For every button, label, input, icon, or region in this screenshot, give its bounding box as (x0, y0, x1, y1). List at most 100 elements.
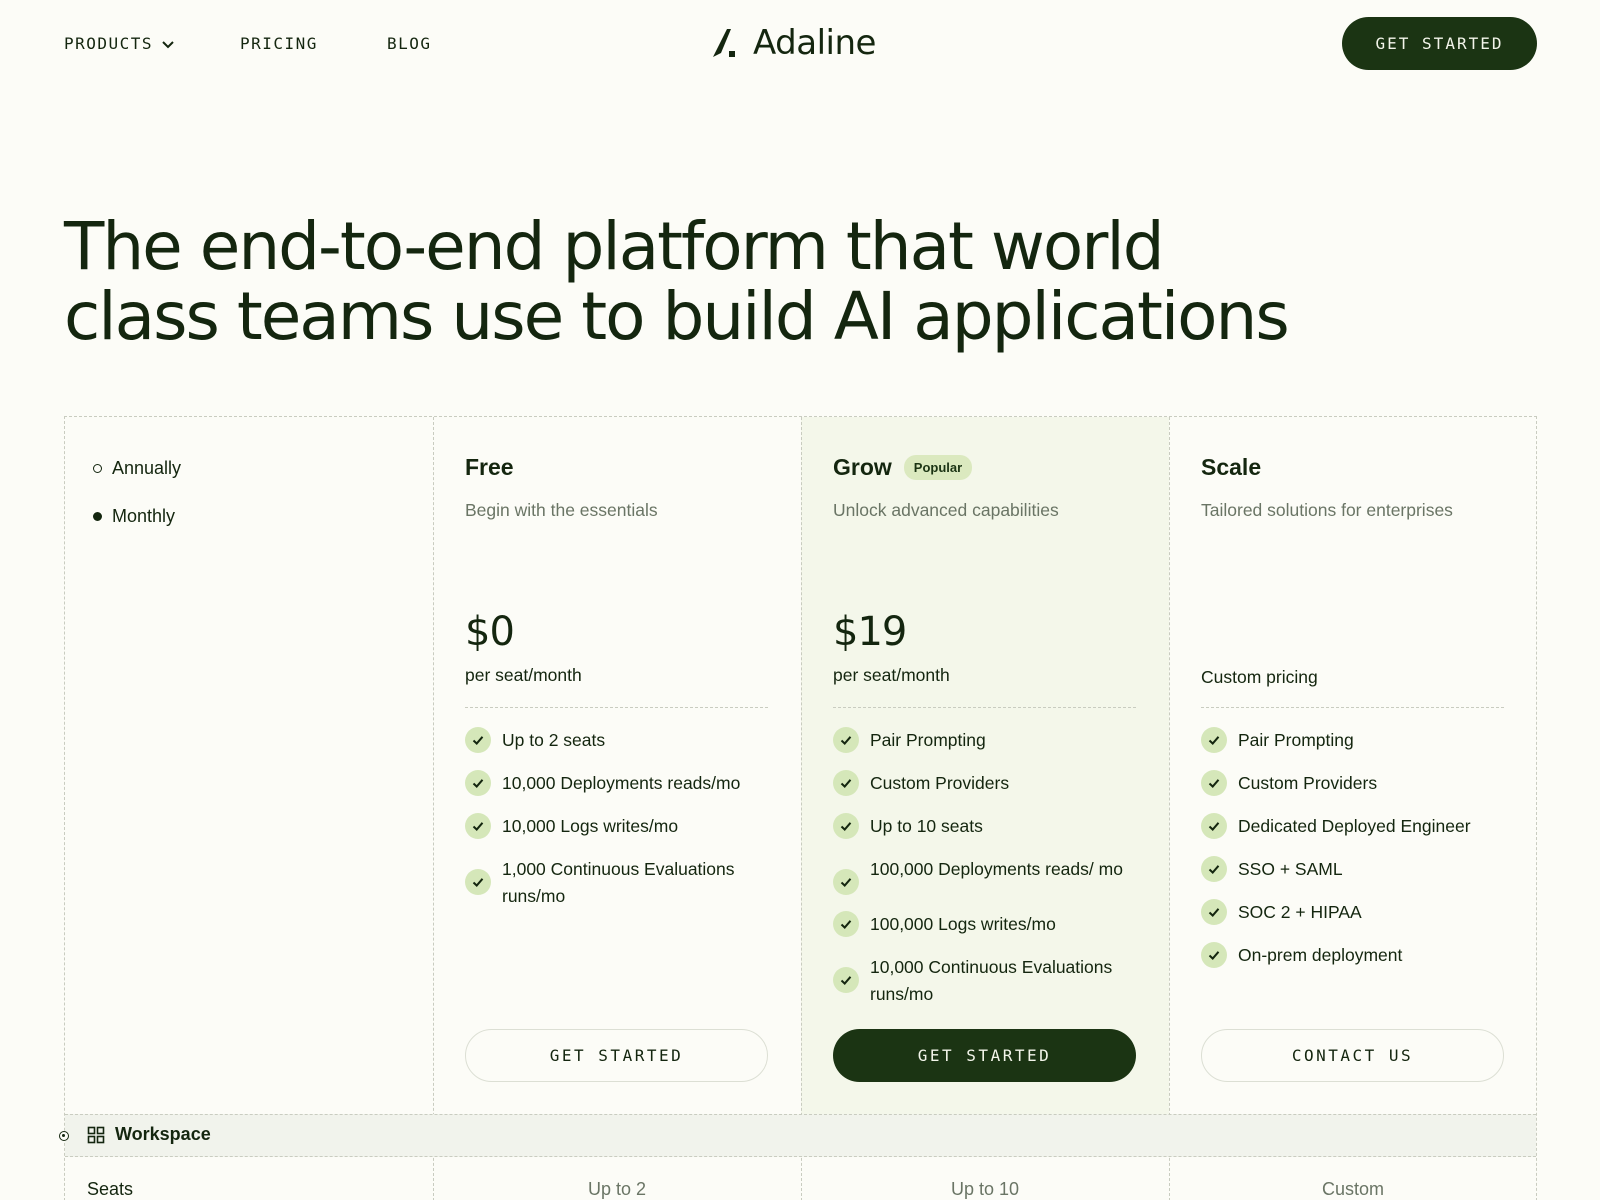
feature-text: 100,000 Logs writes/mo (870, 914, 1056, 934)
check-icon (833, 869, 859, 895)
hero-line-2: class teams use to build AI applications (64, 278, 1290, 355)
feature-item: Up to 2 seats (465, 727, 775, 754)
plan-price: $19 (833, 609, 907, 655)
feature-text: Pair Prompting (870, 730, 986, 750)
plan-divider (1201, 707, 1504, 708)
check-icon (833, 770, 859, 796)
grow-get-started-button[interactable]: GET STARTED (833, 1029, 1136, 1082)
feature-item: Pair Prompting (833, 727, 1143, 754)
feature-item: 10,000 Deployments reads/mo (465, 770, 775, 797)
plan-price-unit: per seat/month (833, 665, 950, 685)
feature-item: Custom Providers (1201, 770, 1511, 797)
contact-us-button[interactable]: CONTACT US (1201, 1029, 1504, 1082)
get-started-button[interactable]: GET STARTED (1342, 17, 1537, 70)
billing-toggle: Annually Monthly (93, 457, 181, 553)
billing-annually[interactable]: Annually (93, 457, 181, 479)
radio-annually[interactable] (93, 463, 102, 473)
nav-pricing[interactable]: PRICING (240, 34, 318, 53)
plan-name: Scale (1201, 454, 1262, 480)
section-marker-icon (59, 1131, 69, 1141)
plan-custom-price: Custom pricing (1201, 667, 1318, 687)
feature-list: Up to 2 seats 10,000 Deployments reads/m… (465, 727, 775, 926)
feature-item: 10,000 Continuous Evaluations runs/mo (833, 954, 1143, 1008)
plan-divider (465, 707, 768, 708)
plan-description: Tailored solutions for enterprises (1201, 500, 1453, 520)
plan-name: Grow (833, 454, 892, 480)
check-icon (465, 727, 491, 753)
billing-monthly[interactable]: Monthly (93, 505, 181, 527)
feature-item: 1,000 Continuous Evaluations runs/mo (465, 856, 775, 910)
plan-price-unit: per seat/month (465, 665, 582, 685)
check-icon (465, 869, 491, 895)
popular-badge: Popular (903, 455, 973, 480)
check-icon (833, 813, 859, 839)
feature-text: Dedicated Deployed Engineer (1238, 816, 1471, 836)
check-icon (1201, 813, 1227, 839)
plan-name-row: Grow Popular (833, 454, 973, 481)
check-icon (1201, 942, 1227, 968)
feature-text: Up to 2 seats (502, 730, 606, 750)
feature-item: On-prem deployment (1201, 942, 1511, 969)
feature-item: 10,000 Logs writes/mo (465, 813, 775, 840)
feature-item: SOC 2 + HIPAA (1201, 899, 1511, 926)
brand-name: Adaline (753, 23, 876, 63)
workspace-label: Workspace (87, 1124, 211, 1145)
grow-seats-value: Up to 10 (950, 1179, 1020, 1199)
check-icon (833, 967, 859, 993)
plan-grow: Grow Popular Unlock advanced capabilitie… (801, 417, 1169, 1115)
workspace-title: Workspace (115, 1124, 211, 1144)
free-seats-value: Up to 2 (587, 1179, 647, 1199)
check-icon (1201, 856, 1227, 882)
pricing-table: Annually Monthly Free Begin with the ess… (59, 416, 1537, 1200)
feature-text: Custom Providers (1238, 773, 1378, 793)
check-icon (1201, 770, 1227, 796)
hero-heading: The end-to-end platform that world class… (64, 212, 1364, 352)
feature-list: Pair Prompting Custom Providers Up to 10… (833, 727, 1143, 1024)
feature-text: Custom Providers (870, 773, 1010, 793)
feature-item: SSO + SAML (1201, 856, 1511, 883)
feature-item: Pair Prompting (1201, 727, 1511, 754)
seats-label: Seats (87, 1179, 134, 1199)
grid-icon (87, 1126, 105, 1143)
feature-text: 10,000 Deployments reads/mo (502, 773, 741, 793)
feature-text: 1,000 Continuous Evaluations runs/mo (502, 859, 735, 906)
nav-products-label: PRODUCTS (64, 34, 154, 53)
plan-description: Unlock advanced capabilities (833, 500, 1059, 520)
scale-seats-value: Custom (1321, 1179, 1384, 1199)
billing-annually-label: Annually (112, 457, 182, 478)
feature-item: 100,000 Logs writes/mo (833, 911, 1143, 938)
nav-blog[interactable]: BLOG (387, 34, 432, 53)
check-icon (465, 770, 491, 796)
feature-list: Pair Prompting Custom Providers Dedicate… (1201, 727, 1511, 985)
feature-item: 100,000 Deployments reads/ mo (833, 856, 1143, 895)
check-icon (833, 911, 859, 937)
check-icon (1201, 899, 1227, 925)
top-nav: PRODUCTS PRICING BLOG Adaline GET STARTE… (0, 0, 1600, 90)
free-get-started-button[interactable]: GET STARTED (465, 1029, 768, 1082)
feature-item: Custom Providers (833, 770, 1143, 797)
feature-text: 10,000 Continuous Evaluations runs/mo (870, 957, 1113, 1004)
plan-scale: Scale Tailored solutions for enterprises… (1169, 417, 1537, 1115)
hero-line-1: The end-to-end platform that world (64, 208, 1165, 285)
check-icon (1201, 727, 1227, 753)
plan-divider (833, 707, 1136, 708)
feature-text: SOC 2 + HIPAA (1238, 902, 1362, 922)
adaline-logo-icon (713, 29, 735, 57)
nav-products[interactable]: PRODUCTS (64, 34, 175, 53)
feature-text: Pair Prompting (1238, 730, 1354, 750)
billing-monthly-label: Monthly (112, 505, 176, 526)
plan-description: Begin with the essentials (465, 500, 658, 520)
brand-logo[interactable]: Adaline (711, 20, 876, 66)
radio-monthly[interactable] (93, 511, 102, 521)
check-icon (465, 813, 491, 839)
feature-text: 10,000 Logs writes/mo (502, 816, 679, 836)
check-icon (833, 727, 859, 753)
feature-item: Dedicated Deployed Engineer (1201, 813, 1511, 840)
feature-text: Up to 10 seats (870, 816, 983, 836)
plan-price: $0 (465, 609, 515, 655)
chevron-down-icon (162, 40, 174, 48)
workspace-section-header: Workspace (59, 1114, 1536, 1157)
feature-text: SSO + SAML (1238, 859, 1343, 879)
feature-text: 100,000 Deployments reads/ mo (870, 859, 1123, 879)
feature-item: Up to 10 seats (833, 813, 1143, 840)
